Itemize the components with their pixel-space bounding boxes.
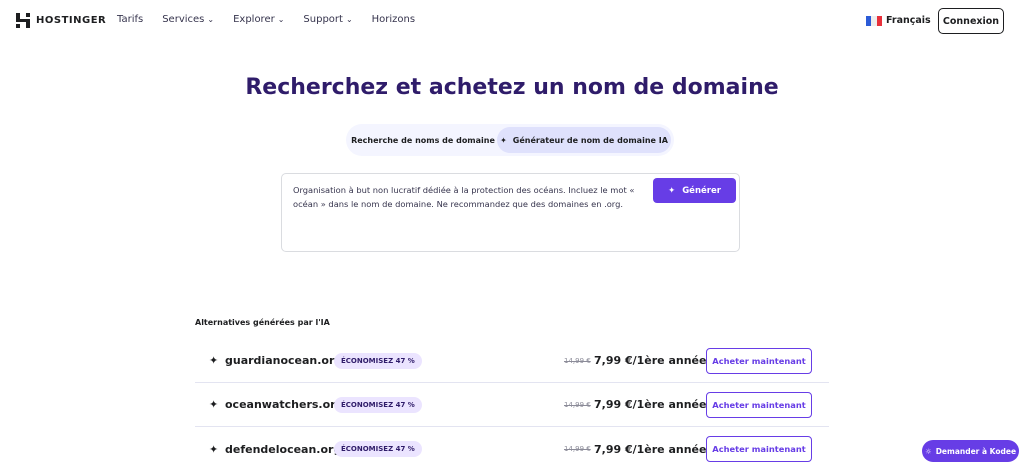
sparkle-icon: ✦ bbox=[209, 442, 219, 456]
discount-badge: ÉCONOMISEZ 47 % bbox=[334, 396, 422, 413]
generate-button[interactable]: ✦ Générer bbox=[653, 178, 736, 203]
nav-services[interactable]: Services ⌄ bbox=[162, 14, 214, 25]
old-price: 14,99 € bbox=[564, 445, 591, 453]
results-list: ✦ guardianocean.org ÉCONOMISEZ 47 % 14,9… bbox=[195, 339, 829, 471]
kodee-label: Demander à Kodee bbox=[935, 446, 1017, 456]
results-heading: Alternatives générées par l'IA bbox=[195, 318, 330, 327]
tab-label: Générateur de nom de domaine IA bbox=[512, 135, 668, 145]
nav-label: Support bbox=[303, 14, 343, 25]
brand-name: HOSTINGER bbox=[36, 15, 107, 26]
prompt-textarea[interactable]: Organisation à but non lucratif dédiée à… bbox=[293, 183, 638, 211]
price: 7,99 €/1ère année bbox=[594, 442, 707, 456]
list-item: ✦ guardianocean.org ÉCONOMISEZ 47 % 14,9… bbox=[195, 339, 829, 383]
sparkle-icon: ✦ bbox=[500, 135, 507, 145]
domain-name: oceanwatchers.org bbox=[225, 398, 344, 411]
chevron-down-icon: ⌄ bbox=[207, 15, 215, 24]
ask-kodee-button[interactable]: ☼ Demander à Kodee bbox=[922, 440, 1019, 462]
old-price: 14,99 € bbox=[564, 356, 591, 365]
language-selector[interactable]: Français bbox=[866, 15, 931, 26]
price: 7,99 €/1ère année bbox=[594, 398, 707, 411]
chevron-down-icon: ⌄ bbox=[345, 15, 353, 24]
logo-icon bbox=[16, 13, 30, 28]
sparkle-icon: ✦ bbox=[209, 354, 219, 367]
nav-label: Horizons bbox=[371, 14, 416, 25]
tab-label: Recherche de noms de domaine bbox=[351, 135, 495, 145]
tab-domain-search[interactable]: Recherche de noms de domaine bbox=[349, 127, 497, 153]
sparkle-icon: ✦ bbox=[668, 185, 676, 196]
list-item: ✦ defendelocean.org ÉCONOMISEZ 47 % 14,9… bbox=[195, 427, 829, 471]
old-price: 14,99 € bbox=[564, 400, 591, 409]
chevron-down-icon: ⌄ bbox=[277, 15, 285, 24]
nav-explorer[interactable]: Explorer ⌄ bbox=[233, 14, 284, 25]
discount-badge: ÉCONOMISEZ 47 % bbox=[334, 352, 422, 369]
kodee-icon: ☼ bbox=[924, 446, 932, 456]
tab-ai-generator[interactable]: ✦ Générateur de nom de domaine IA bbox=[497, 127, 671, 153]
nav-label: Services bbox=[162, 14, 205, 25]
sparkle-icon: ✦ bbox=[209, 398, 219, 411]
login-button[interactable]: Connexion bbox=[938, 8, 1004, 34]
buy-now-button[interactable]: Acheter maintenant bbox=[706, 347, 812, 374]
nav-tarifs[interactable]: Tarifs bbox=[117, 14, 143, 25]
nav-horizons[interactable]: Horizons bbox=[372, 14, 415, 25]
nav-label: Tarifs bbox=[117, 14, 144, 25]
list-item: ✦ oceanwatchers.org ÉCONOMISEZ 47 % 14,9… bbox=[195, 383, 829, 427]
buy-now-button[interactable]: Acheter maintenant bbox=[706, 436, 812, 462]
discount-badge: ÉCONOMISEZ 47 % bbox=[334, 441, 422, 457]
language-label: Français bbox=[886, 15, 931, 26]
nav-support[interactable]: Support ⌄ bbox=[303, 14, 352, 25]
prompt-box: Organisation à but non lucratif dédiée à… bbox=[281, 173, 740, 252]
search-mode-tabs: Recherche de noms de domaine ✦ Générateur… bbox=[346, 124, 674, 156]
generate-label: Générer bbox=[682, 185, 721, 196]
page-title: Recherchez et achetez un nom de domaine bbox=[245, 75, 779, 100]
france-flag-icon bbox=[866, 15, 882, 26]
top-nav: HOSTINGER Tarifs Services ⌄ Explorer ⌄ Sup… bbox=[0, 0, 1024, 42]
domain-name: guardianocean.org bbox=[225, 354, 343, 367]
buy-now-button[interactable]: Acheter maintenant bbox=[706, 391, 812, 418]
nav-label: Explorer bbox=[233, 14, 275, 25]
domain-name: defendelocean.org bbox=[225, 442, 342, 456]
price: 7,99 €/1ère année bbox=[594, 354, 707, 367]
hostinger-logo[interactable]: HOSTINGER bbox=[16, 13, 106, 28]
